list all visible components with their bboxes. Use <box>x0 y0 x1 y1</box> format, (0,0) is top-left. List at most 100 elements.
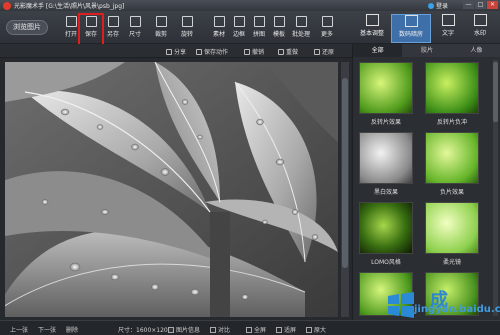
photo-editor-window: 光影魔术手 [G:\生活\照片\风景\psb_jpg] 登录 — □ ✕ 浏览图… <box>0 0 500 335</box>
effect-reversal-film[interactable]: 反转片效果 <box>359 62 413 126</box>
resize-icon <box>129 16 141 27</box>
login-button[interactable]: 登录 <box>427 1 448 10</box>
folder-icon <box>65 16 77 27</box>
maximize-button[interactable]: □ <box>475 1 486 9</box>
save-action-label: 保存动作 <box>204 49 229 56</box>
effect-label: 反转片负冲 <box>436 119 467 126</box>
fit-screen-label: 适屏 <box>284 327 297 334</box>
effect-thumbnail <box>425 62 479 114</box>
share-button[interactable]: 分享 <box>166 47 186 56</box>
mode-basic-adjust[interactable]: 基本调整 <box>352 14 392 43</box>
tab-film[interactable]: 胶片 <box>402 44 451 57</box>
mode-text-label: 文字 <box>441 30 454 37</box>
resize-button[interactable]: 尺寸 <box>124 16 146 42</box>
next-image-button[interactable]: 下一张 <box>38 325 56 334</box>
undo-label: 撤销 <box>252 49 265 56</box>
adjust-icon <box>365 14 379 26</box>
effect-lomo[interactable]: LOMO风格 <box>359 202 413 266</box>
effect-black-white[interactable]: 黑白效果 <box>359 132 413 196</box>
border-icon <box>233 16 245 27</box>
template-icon <box>273 16 285 27</box>
camera-icon <box>404 15 418 27</box>
redo-button[interactable]: 重做 <box>278 47 298 56</box>
collage-button[interactable]: 拼图 <box>248 16 270 42</box>
rotate-icon <box>181 16 193 27</box>
rotate-button[interactable]: 旋转 <box>176 16 198 42</box>
crop-label: 裁剪 <box>154 31 167 38</box>
fullscreen-button[interactable]: 全屏 <box>246 325 266 334</box>
save-as-icon <box>107 16 119 27</box>
effect-soft-light[interactable]: 柔光镜 <box>425 202 479 266</box>
fullscreen-icon <box>246 326 252 333</box>
title-bar: 光影魔术手 [G:\生活\照片\风景\psb_jpg] 登录 — □ ✕ <box>0 0 500 11</box>
batch-button[interactable]: 批处理 <box>290 16 312 42</box>
more-button[interactable]: 更多 <box>316 16 338 42</box>
material-button[interactable]: 素材 <box>208 16 230 42</box>
canvas-scroll-thumb[interactable] <box>342 78 348 268</box>
save-highlight-box <box>78 13 104 46</box>
main-toolbar: 浏览图片 打开 保存 另存 尺寸 裁剪 旋转 素材 边框 拼图 模板 批处理 更… <box>0 11 500 44</box>
tab-portrait[interactable]: 人像 <box>452 44 500 57</box>
save-as-label: 另存 <box>106 31 119 38</box>
save-action-button[interactable]: 保存动作 <box>196 47 228 56</box>
minimize-button[interactable]: — <box>463 1 474 9</box>
checkbox-icon <box>168 326 174 333</box>
restore-icon <box>314 48 320 55</box>
effects-tabs: 全部 胶片 人像 <box>353 44 500 57</box>
mode-digital-darkroom[interactable]: 数码暗房 <box>391 14 431 43</box>
original-size-icon <box>306 326 312 333</box>
login-label: 登录 <box>435 3 448 10</box>
template-label: 模板 <box>272 31 285 38</box>
effect-negative[interactable]: 负片效果 <box>425 132 479 196</box>
save-as-button[interactable]: 另存 <box>102 16 124 42</box>
original-size-button[interactable]: 原大 <box>306 325 326 334</box>
effect-thumbnail <box>359 62 413 114</box>
black-white-leaf-photo[interactable] <box>5 62 338 317</box>
collage-label: 拼图 <box>252 31 265 38</box>
mode-watermark[interactable]: 水印 <box>460 14 500 43</box>
panel-scrollbar[interactable] <box>493 60 498 316</box>
restore-button[interactable]: 还原 <box>314 47 334 56</box>
undo-button[interactable]: 撤销 <box>244 47 264 56</box>
panel-scroll-thumb[interactable] <box>493 62 498 122</box>
effect-label: 反转片效果 <box>370 119 401 126</box>
watermark-icon <box>473 14 487 26</box>
tab-all[interactable]: 全部 <box>353 44 403 57</box>
canvas-scrollbar[interactable] <box>341 62 349 317</box>
close-button[interactable]: ✕ <box>487 1 498 9</box>
fit-screen-icon <box>276 326 282 333</box>
effect-reversal-negative[interactable]: 反转片负冲 <box>425 62 479 126</box>
leaf-photo-illustration <box>5 62 338 317</box>
effect-label: 负片效果 <box>439 189 464 196</box>
effect-label: 柔光镜 <box>442 259 461 266</box>
more-label: 更多 <box>320 31 333 38</box>
image-canvas[interactable] <box>0 58 352 320</box>
browse-images-button[interactable]: 浏览图片 <box>6 20 48 35</box>
compare-button[interactable]: 对比 <box>210 325 230 334</box>
share-label: 分享 <box>174 49 187 56</box>
effect-label: 黑白效果 <box>373 189 398 196</box>
prev-image-button[interactable]: 上一张 <box>10 325 28 334</box>
redo-icon <box>278 48 284 55</box>
delete-image-button[interactable]: 删除 <box>66 325 78 334</box>
image-info-button[interactable]: 图片信息 <box>168 325 200 334</box>
crop-button[interactable]: 裁剪 <box>150 16 172 42</box>
template-button[interactable]: 模板 <box>268 16 290 42</box>
mode-digital-darkroom-label: 数码暗房 <box>398 31 423 38</box>
image-size-text: 尺寸：1600×1200 <box>118 327 172 334</box>
rotate-label: 旋转 <box>180 31 193 38</box>
more-icon <box>321 16 333 27</box>
effects-panel: 全部 胶片 人像 反转片效果 反转片负冲 黑白效果 负片效果 LOMO风格 柔光… <box>352 44 500 320</box>
window-title: 光影魔术手 [G:\生活\照片\风景\psb_jpg] <box>14 3 125 10</box>
border-button[interactable]: 边框 <box>228 16 250 42</box>
effect-label: LOMO风格 <box>371 259 401 266</box>
text-icon <box>441 14 455 26</box>
restore-label: 还原 <box>322 49 335 56</box>
share-icon <box>166 48 172 55</box>
compare-label: 对比 <box>218 327 231 334</box>
redo-label: 重做 <box>286 49 299 56</box>
fit-screen-button[interactable]: 适屏 <box>276 325 296 334</box>
window-controls: — □ ✕ <box>463 1 498 9</box>
material-label: 素材 <box>212 31 225 38</box>
app-logo-icon <box>3 1 11 10</box>
